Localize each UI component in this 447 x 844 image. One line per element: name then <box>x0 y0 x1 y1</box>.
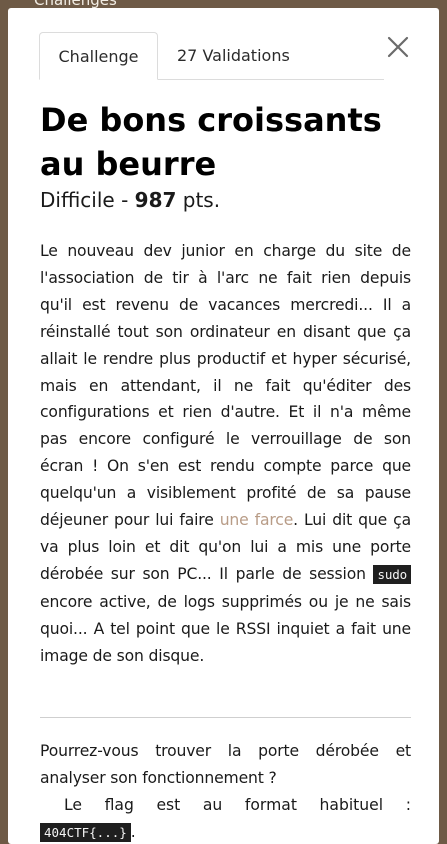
points-unit: pts. <box>176 188 221 212</box>
tab-challenge[interactable]: Challenge <box>39 32 158 80</box>
modal-tabs: Challenge 27 Validations <box>39 32 384 80</box>
challenge-question: Pourrez-vous trouver la porte dérobée et… <box>40 742 411 787</box>
description-text-1: Le nouveau dev junior en charge du site … <box>40 242 411 530</box>
difficulty-label: Difficile <box>40 188 115 212</box>
close-button[interactable] <box>385 34 411 60</box>
sudo-code: sudo <box>373 564 411 584</box>
flag-word: habituel <box>319 796 384 814</box>
difficulty-separator: - <box>114 188 135 212</box>
challenge-title: De bons croissants au beurre <box>40 101 382 183</box>
flag-word: au <box>202 796 223 814</box>
challenge-difficulty: Difficile - 987 pts. <box>40 186 220 214</box>
flag-word: : <box>405 796 411 814</box>
tab-validations[interactable]: 27 Validations <box>177 32 290 79</box>
flag-word: Le <box>64 796 83 814</box>
challenge-modal: Challenge 27 Validations De bons croissa… <box>8 8 439 844</box>
challenge-description: Le nouveau dev junior en charge du site … <box>40 238 411 670</box>
flag-format: Le flag est au format habituel : 404CTF{… <box>40 792 411 844</box>
farce-link[interactable]: une farce <box>220 511 294 529</box>
flag-word: format <box>244 796 297 814</box>
flag-word: flag <box>104 796 134 814</box>
flag-word: est <box>156 796 181 814</box>
points-value: 987 <box>134 188 177 212</box>
flag-format-code-line: 404CTF{...}. <box>40 819 411 844</box>
close-icon <box>387 36 409 58</box>
flag-format-words: Le flag est au format habituel : <box>40 792 411 819</box>
flag-code: 404CTF{...} <box>40 822 131 842</box>
flag-end: . <box>130 822 136 841</box>
section-divider <box>40 717 411 718</box>
description-text-3: encore active, de logs supprimés ou je n… <box>40 592 411 665</box>
